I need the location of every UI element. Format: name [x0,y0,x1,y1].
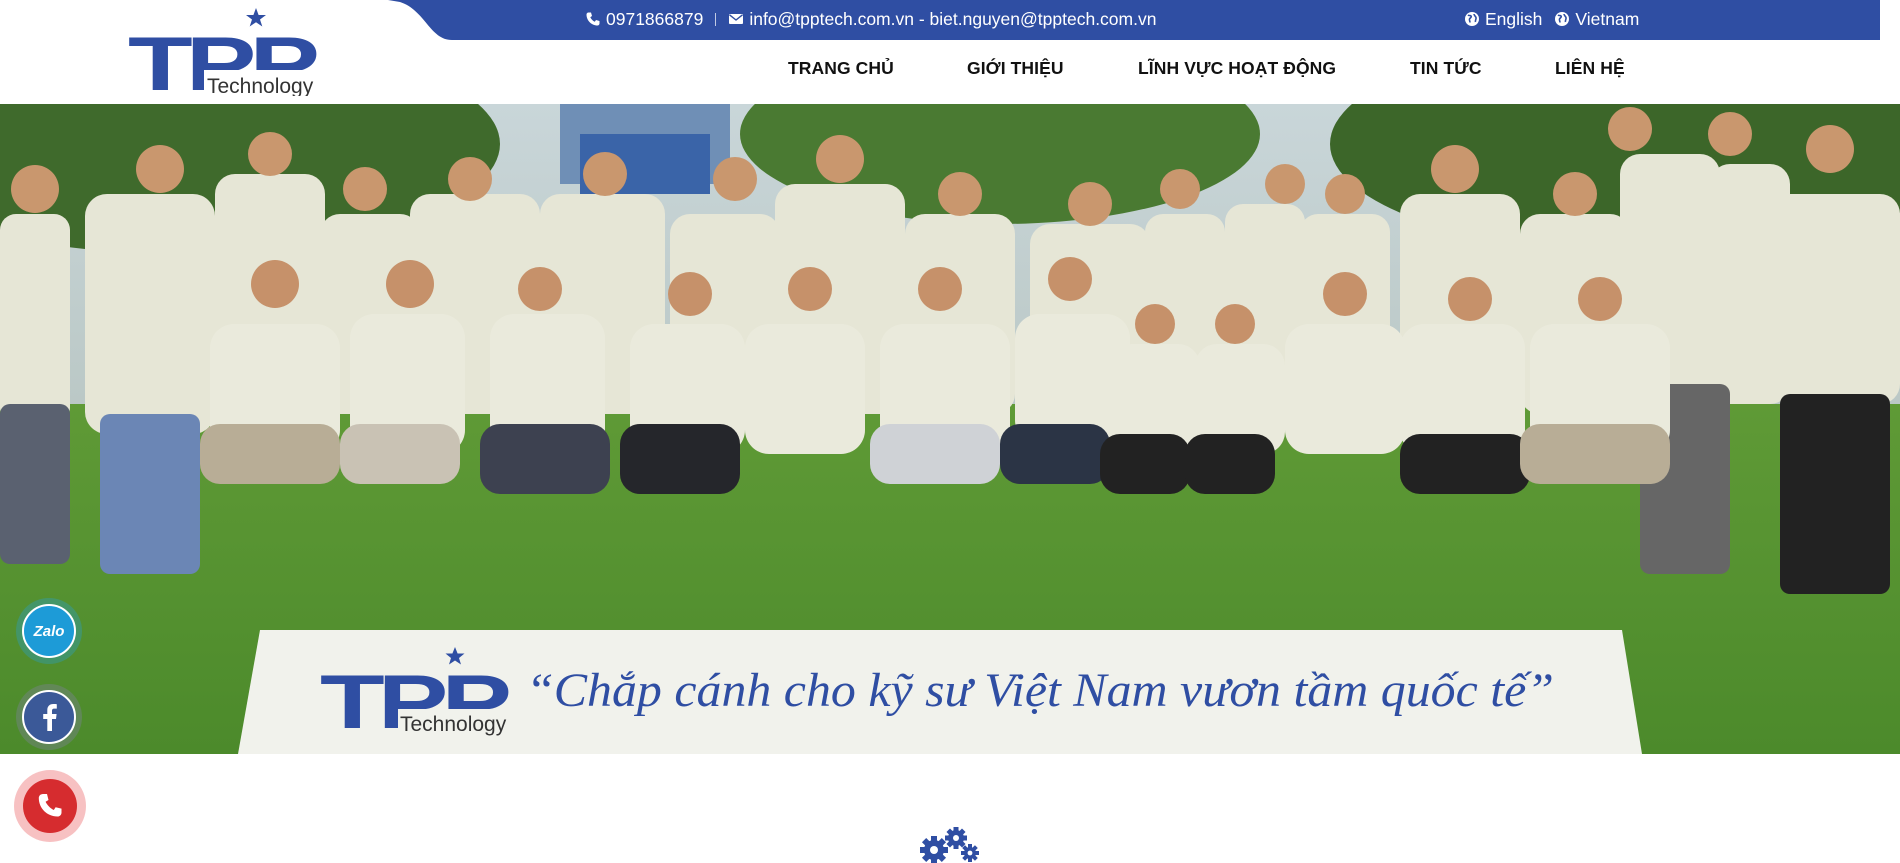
language-label: English [1485,8,1543,29]
nav-item-about[interactable]: GIỚI THIỆU [967,58,1064,79]
nav-item-news[interactable]: TIN TỨC [1410,58,1482,79]
language-switcher: English Vietnam [1464,8,1639,30]
facebook-icon [22,690,76,744]
language-vietnam[interactable]: Vietnam [1554,9,1639,30]
zalo-icon: Zalo [22,604,76,658]
envelope-icon [728,11,744,27]
nav-item-home[interactable]: TRANG CHỦ [788,58,894,79]
hero-group-photo: TPP Technology “Chắp cánh cho kỹ sư Việt… [0,104,1900,754]
language-english[interactable]: English [1464,9,1542,30]
contact-info: 0971866879 info@tpptech.com.vn - biet.ng… [585,8,1156,30]
contact-divider [715,12,717,26]
nav-item-contact[interactable]: LIÊN HỆ [1555,58,1625,79]
phone-number-link[interactable]: 0971866879 [606,9,703,30]
email-link[interactable]: info@tpptech.com.vn - biet.nguyen@tpptec… [749,9,1156,30]
nav-item-fields[interactable]: LĨNH VỰC HOẠT ĐỘNG [1138,58,1336,79]
main-navigation: TRANG CHỦ GIỚI THIỆU LĨNH VỰC HOẠT ĐỘNG … [0,58,1880,84]
call-button[interactable] [14,770,86,842]
phone-icon [23,779,77,833]
zalo-chat-button[interactable]: Zalo [16,598,82,664]
language-label: Vietnam [1575,8,1640,29]
facebook-button[interactable] [16,684,82,750]
banner-logo-subtitle: Technology [400,713,507,736]
globe-icon [1554,11,1570,27]
globe-icon [1464,11,1480,27]
hero-slogan: “Chắp cánh cho kỹ sư Việt Nam vươn tầm q… [526,664,1554,717]
banner-logo: TPP Technology [320,647,515,745]
hero-banner: TPP Technology “Chắp cánh cho kỹ sư Việt… [0,104,1900,754]
gears-icon [920,827,979,863]
phone-icon [585,11,601,27]
